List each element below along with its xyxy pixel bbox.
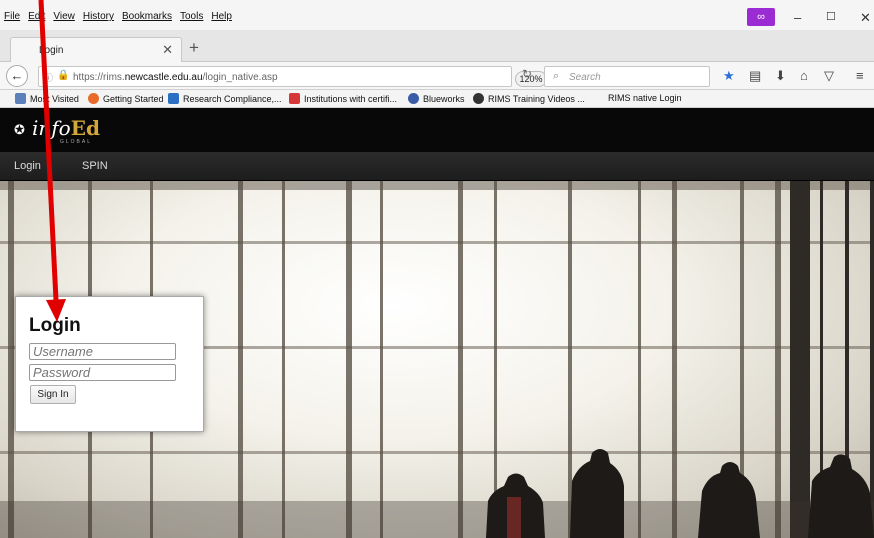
home-icon[interactable]: ⌂ (800, 68, 808, 83)
new-tab-button[interactable]: + (189, 38, 199, 58)
url-bar[interactable]: ⓘ 🔒 https://rims.newcastle.edu.au/login_… (38, 66, 547, 87)
nav-login[interactable]: Login (14, 160, 41, 172)
menu-bookmarks[interactable]: Bookmarks (122, 11, 172, 22)
tab-login[interactable]: Login ✕ (10, 37, 182, 63)
rims-training-icon (473, 93, 484, 104)
bookmark-rims-training[interactable]: RIMS Training Videos ... (473, 93, 585, 104)
site-navigation: Login SPIN (0, 152, 874, 181)
tab-title: Login (39, 45, 64, 56)
logo-subtitle: GLOBAL (60, 139, 93, 145)
sharepoint-icon (168, 93, 179, 104)
bookmark-blueworks[interactable]: Blueworks (408, 93, 465, 104)
private-browsing-mask-icon: ∞ (747, 8, 775, 26)
reading-list-icon[interactable]: ▤ (749, 68, 761, 84)
close-window-button[interactable]: ✕ (860, 10, 871, 26)
lock-icon: 🔒 (57, 70, 70, 81)
tab-close-icon[interactable]: ✕ (162, 42, 173, 58)
navigation-bar: ← ⓘ 🔒 https://rims.newcastle.edu.au/logi… (0, 62, 874, 90)
sign-in-button[interactable]: Sign In (30, 385, 76, 404)
site-header: ✪ infoEd GLOBAL (0, 108, 874, 152)
bookmark-institutions[interactable]: Institutions with certifi... (289, 93, 397, 104)
nav-spin[interactable]: SPIN (82, 160, 108, 172)
menu-edit[interactable]: Edit (28, 11, 45, 22)
pocket-icon[interactable]: ▽ (824, 68, 834, 84)
tab-strip: Login ✕ + (0, 30, 874, 63)
menu-view[interactable]: View (53, 11, 75, 22)
menu-tools[interactable]: Tools (180, 11, 203, 22)
blueworks-icon (408, 93, 419, 104)
menu-history[interactable]: History (83, 11, 114, 22)
infoed-logo: infoEd (32, 116, 100, 140)
back-arrow-icon[interactable]: ← (6, 65, 28, 87)
url-text: https://rims.newcastle.edu.au/login_nati… (73, 72, 278, 83)
search-input[interactable]: ⌕ Search (544, 66, 710, 87)
download-icon[interactable]: ⬇ (775, 68, 786, 84)
globe-icon: ✪ (14, 122, 25, 137)
bookmark-star-icon[interactable]: ★ (723, 68, 735, 84)
bookmarks-bar: Most Visited Getting Started Research Co… (0, 90, 874, 108)
minimize-button[interactable]: – (794, 10, 801, 25)
reload-icon[interactable]: ↻ (522, 67, 532, 81)
folder-icon (15, 93, 26, 104)
menu-bar: File Edit View History Bookmarks Tools H… (0, 0, 874, 30)
maximize-button[interactable]: ☐ (826, 10, 836, 23)
search-icon: ⌕ (553, 70, 560, 82)
hamburger-menu-icon[interactable]: ≡ (856, 68, 864, 83)
search-placeholder: Search (569, 72, 601, 83)
firefox-icon (88, 93, 99, 104)
menu-list: File Edit View History Bookmarks Tools H… (4, 11, 232, 22)
password-field[interactable] (29, 364, 176, 381)
site-info-icon[interactable]: ⓘ (44, 71, 53, 84)
bookmark-rims-native-login[interactable]: RIMS native Login (608, 93, 682, 103)
red-square-icon (289, 93, 300, 104)
bookmark-research-compliance[interactable]: Research Compliance,... (168, 93, 282, 104)
menu-help[interactable]: Help (211, 11, 232, 22)
login-panel: Login Sign In (15, 296, 204, 432)
menu-file[interactable]: File (4, 11, 20, 22)
username-field[interactable] (29, 343, 176, 360)
bookmark-getting-started[interactable]: Getting Started (88, 93, 164, 104)
login-heading: Login (29, 315, 81, 336)
bookmark-most-visited[interactable]: Most Visited (15, 93, 79, 104)
